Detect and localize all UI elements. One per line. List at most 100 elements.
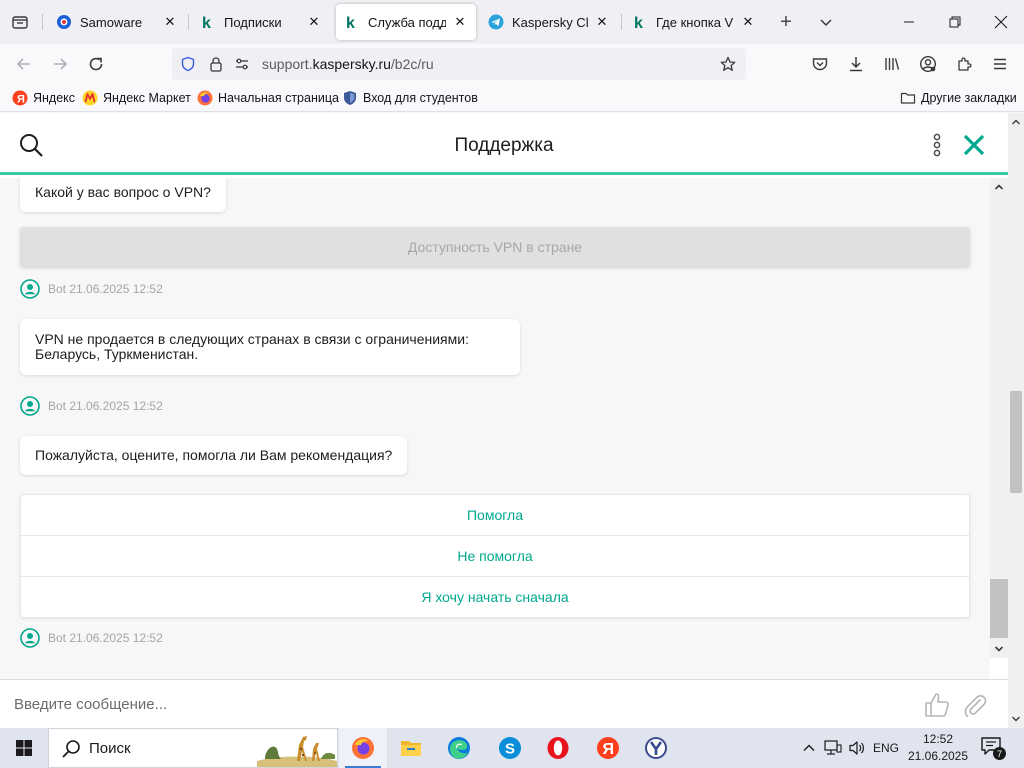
url-text[interactable]: support.kaspersky.ru/b2c/ru [262, 56, 434, 72]
new-tab-icon[interactable]: + [774, 10, 798, 34]
telegram-icon [488, 14, 504, 30]
close-chat-icon[interactable] [961, 132, 987, 158]
notifications-icon[interactable]: 7 [980, 736, 1006, 760]
bot-message-vpn-question: Какой у вас вопрос о VPN? [20, 178, 226, 212]
back-icon[interactable] [10, 50, 38, 78]
svg-text:k: k [634, 15, 643, 30]
volume-icon[interactable] [846, 728, 868, 768]
close-tab-icon[interactable]: ✕ [162, 14, 178, 30]
message-meta: Bot 21.06.2025 12:52 [20, 628, 163, 648]
page-scrollbar[interactable] [1008, 113, 1024, 728]
extensions-icon[interactable] [950, 50, 978, 78]
message-input[interactable] [14, 692, 894, 716]
shield-icon [342, 90, 358, 106]
svg-text:Я: Я [603, 741, 615, 758]
message-meta: Bot 21.06.2025 12:52 [20, 396, 163, 416]
scroll-down-icon[interactable] [993, 643, 1005, 655]
tab-samoware[interactable]: Samoware ✕ [48, 4, 186, 40]
taskbar-yandex-browser-icon[interactable] [632, 728, 680, 768]
language-indicator[interactable]: ENG [870, 728, 902, 768]
notification-count: 7 [993, 747, 1006, 760]
taskbar-yandex-icon[interactable]: Я [584, 728, 632, 768]
search-icon[interactable] [18, 132, 44, 158]
rating-options: Помогла Не помогла Я хочу начать сначала [20, 494, 970, 618]
chat-header: Поддержка [0, 113, 1008, 175]
address-bar[interactable]: support.kaspersky.ru/b2c/ru [172, 48, 746, 80]
scroll-up-icon[interactable] [993, 181, 1005, 193]
firefox-icon [197, 90, 213, 106]
chat-scrollbar[interactable] [990, 178, 1008, 658]
kaspersky-icon: k [632, 14, 648, 30]
taskbar-search[interactable]: Поиск [48, 728, 338, 768]
other-bookmarks[interactable]: Другие закладки [900, 90, 1017, 106]
kaspersky-icon: k [200, 14, 216, 30]
taskbar-skype-icon[interactable]: S [486, 728, 534, 768]
bookmark-yandex-market[interactable]: Яндекс Маркет [82, 90, 191, 106]
yandex-market-icon [82, 90, 98, 106]
taskbar: Поиск S Я ENG 12:52 21.06.2025 7 [0, 728, 1024, 768]
option-not-helped-button[interactable]: Не помогла [21, 536, 969, 577]
tray-overflow-icon[interactable] [798, 728, 820, 768]
restore-icon[interactable] [932, 0, 978, 44]
bookmark-star-icon[interactable] [720, 56, 736, 72]
account-icon[interactable] [914, 50, 942, 78]
taskbar-explorer-icon[interactable] [387, 728, 435, 768]
taskbar-clock[interactable]: 12:52 21.06.2025 [900, 731, 976, 765]
taskbar-opera-icon[interactable] [534, 728, 582, 768]
windows-start-icon[interactable] [0, 728, 48, 768]
quick-reply-disabled: Доступность VPN в стране [20, 227, 970, 267]
option-helped-button[interactable]: Помогла [21, 495, 969, 536]
tracking-shield-icon[interactable] [180, 56, 196, 72]
downloads-icon[interactable] [842, 50, 870, 78]
page-scroll-thumb[interactable] [1010, 391, 1022, 493]
attach-icon[interactable] [960, 691, 988, 719]
chat-scroll-thumb[interactable] [990, 579, 1008, 638]
tab-podpiski[interactable]: k Подписки ✕ [192, 4, 330, 40]
folder-icon [900, 90, 916, 106]
tab-vpn-button[interactable]: k Где кнопка VPN ✕ [624, 4, 764, 40]
bookmark-start-page[interactable]: Начальная страница [197, 90, 339, 106]
message-composer [0, 679, 1008, 728]
samoware-icon [56, 14, 72, 30]
option-restart-button[interactable]: Я хочу начать сначала [21, 577, 969, 617]
search-highlight-image [257, 731, 337, 767]
search-icon [62, 740, 80, 758]
close-tab-icon[interactable]: ✕ [594, 14, 610, 30]
svg-text:k: k [346, 15, 355, 30]
scroll-down-icon[interactable] [1011, 714, 1021, 724]
permissions-icon[interactable] [234, 56, 250, 72]
tab-kaspersky-club[interactable]: Kaspersky Club ✕ [480, 4, 618, 40]
reload-icon[interactable] [82, 50, 110, 78]
bot-message-answer: VPN не продается в следующих странах в с… [20, 319, 520, 375]
tab-list-icon[interactable] [8, 10, 32, 34]
taskbar-edge-icon[interactable] [435, 728, 483, 768]
svg-text:k: k [202, 15, 211, 30]
close-tab-icon[interactable]: ✕ [452, 14, 468, 30]
bookmarks-bar: Я Яндекс Яндекс Маркет Начальная страниц… [0, 84, 1024, 112]
bot-avatar-icon [20, 628, 40, 648]
pocket-icon[interactable] [806, 50, 834, 78]
forward-icon[interactable] [46, 50, 74, 78]
bot-avatar-icon [20, 396, 40, 416]
close-tab-icon[interactable]: ✕ [740, 14, 756, 30]
taskbar-firefox-icon[interactable] [339, 728, 387, 768]
close-tab-icon[interactable]: ✕ [306, 14, 322, 30]
yandex-icon: Я [12, 90, 28, 106]
thumbs-up-icon[interactable] [923, 691, 951, 719]
chevron-down-icon[interactable] [814, 10, 838, 34]
lock-icon[interactable] [208, 56, 224, 72]
menu-icon[interactable] [986, 50, 1014, 78]
more-options-icon[interactable] [927, 133, 947, 157]
chat-title: Поддержка [454, 135, 554, 156]
minimize-icon[interactable] [886, 0, 932, 44]
bookmark-yandex[interactable]: Я Яндекс [12, 90, 75, 106]
bookmark-students[interactable]: Вход для студентов [342, 90, 478, 106]
library-icon[interactable] [878, 50, 906, 78]
svg-text:Я: Я [17, 94, 25, 106]
svg-text:S: S [505, 741, 515, 758]
network-icon[interactable] [822, 728, 844, 768]
message-meta: Bot 21.06.2025 12:52 [20, 279, 163, 299]
scroll-up-icon[interactable] [1011, 117, 1021, 127]
tab-support[interactable]: k Служба поддерж ✕ [336, 4, 476, 40]
close-window-icon[interactable] [978, 0, 1024, 44]
